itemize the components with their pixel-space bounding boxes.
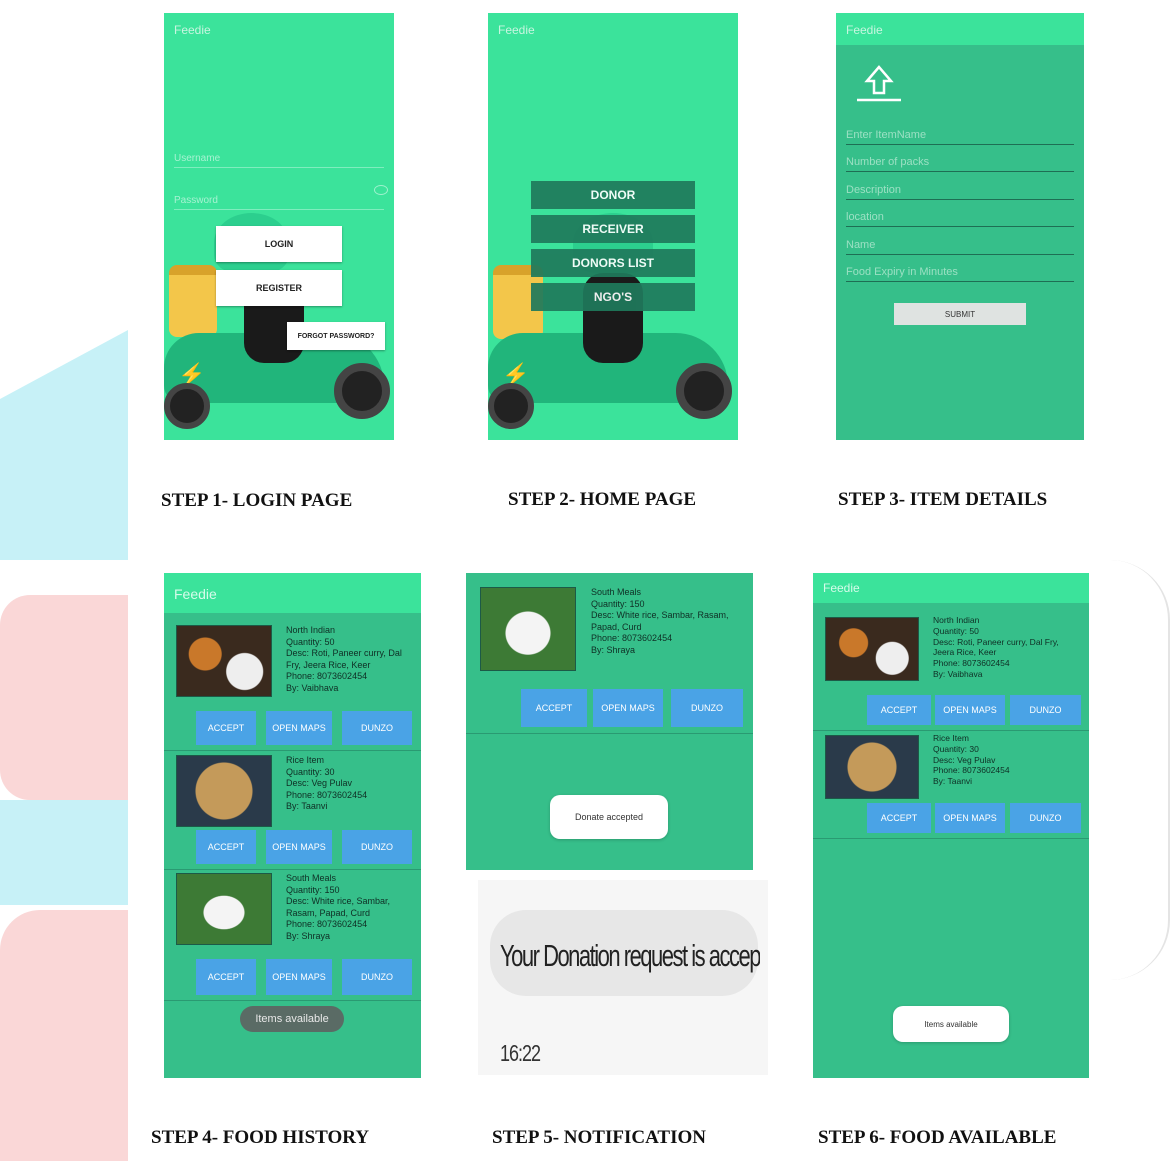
- item-details-north-indian: North Indian Quantity: 50 Desc: Roti, Pa…: [933, 615, 1059, 679]
- submit-button[interactable]: SUBMIT: [894, 303, 1026, 325]
- accept-button[interactable]: ACCEPT: [196, 711, 256, 745]
- expiry-field[interactable]: Food Expiry in Minutes: [846, 266, 1074, 282]
- food-image-south-meals: [176, 873, 272, 945]
- row-divider: [164, 750, 421, 751]
- item-details-rice: Rice Item Quantity: 30 Desc: Veg Pulav P…: [933, 733, 1010, 787]
- forgot-password-button[interactable]: FORGOT PASSWORD?: [287, 322, 385, 350]
- login-screen: Feedie Username Password ⚡ LOGIN REGISTE…: [164, 13, 394, 440]
- item-details-south-meals: South Meals Quantity: 150 Desc: White ri…: [591, 587, 729, 655]
- open-maps-button[interactable]: OPEN MAPS: [266, 830, 332, 864]
- watermark-pink-shape: [0, 595, 128, 800]
- row-divider: [813, 838, 1089, 839]
- app-title: Feedie: [813, 573, 1089, 603]
- item-name-field[interactable]: Enter ItemName: [846, 129, 1074, 145]
- accept-button[interactable]: ACCEPT: [867, 695, 931, 725]
- rear-wheel: [488, 383, 534, 429]
- open-maps-button[interactable]: OPEN MAPS: [266, 711, 332, 745]
- accept-button[interactable]: ACCEPT: [521, 689, 587, 727]
- watermark-cyan-shape: [0, 330, 128, 560]
- rear-wheel: [164, 383, 210, 429]
- app-title: Feedie: [174, 23, 211, 37]
- accept-button[interactable]: ACCEPT: [196, 830, 256, 864]
- open-maps-button[interactable]: OPEN MAPS: [935, 695, 1005, 725]
- item-details-rice: Rice Item Quantity: 30 Desc: Veg Pulav P…: [286, 755, 368, 811]
- item-details-screen: Feedie Enter ItemName Number of packs De…: [836, 13, 1084, 440]
- username-field[interactable]: Username: [174, 153, 384, 168]
- description-field[interactable]: Description: [846, 184, 1074, 200]
- row-divider: [164, 869, 421, 870]
- dunzo-button[interactable]: DUNZO: [1010, 695, 1081, 725]
- caption-step-3: STEP 3- ITEM DETAILS: [838, 489, 1048, 510]
- food-image-south-meals: [480, 587, 576, 671]
- row-divider: [813, 730, 1089, 731]
- app-title: Feedie: [498, 23, 535, 37]
- eye-icon[interactable]: [374, 185, 388, 195]
- item-details-north-indian: North Indian Quantity: 50 Desc: Roti, Pa…: [286, 625, 402, 693]
- items-available-toast: Items available: [893, 1006, 1009, 1042]
- home-screen: Feedie ⚡ DONOR RECEIVER DONORS LIST NGO'…: [488, 13, 738, 440]
- accept-button[interactable]: ACCEPT: [196, 959, 256, 995]
- front-wheel: [676, 363, 732, 419]
- watermark-cyan-shape-2: [0, 800, 128, 905]
- food-available-screen: Feedie North Indian Quantity: 50 Desc: R…: [813, 573, 1089, 1078]
- rider-illustration: ⚡: [488, 213, 738, 440]
- jar-shape: [169, 265, 217, 337]
- open-maps-button[interactable]: OPEN MAPS: [935, 803, 1005, 833]
- food-image-north-indian: [176, 625, 272, 697]
- dunzo-button[interactable]: DUNZO: [342, 830, 412, 864]
- row-divider: [164, 1000, 421, 1001]
- register-button[interactable]: REGISTER: [216, 270, 342, 306]
- caption-step-6: STEP 6- FOOD AVAILABLE: [818, 1127, 1057, 1148]
- food-history-screen: Feedie North Indian Quantity: 50 Desc: R…: [164, 573, 421, 1078]
- accept-button[interactable]: ACCEPT: [867, 803, 931, 833]
- caption-step-5: STEP 5- NOTIFICATION: [492, 1127, 706, 1148]
- open-maps-button[interactable]: OPEN MAPS: [593, 689, 663, 727]
- receiver-button[interactable]: RECEIVER: [531, 215, 695, 243]
- notification-time: 16:22: [500, 1040, 541, 1066]
- watermark-pink-shape-2: [0, 910, 128, 1161]
- food-image-rice: [825, 735, 919, 799]
- location-field[interactable]: location: [846, 211, 1074, 227]
- dunzo-button[interactable]: DUNZO: [342, 959, 412, 995]
- notification-screen: South Meals Quantity: 150 Desc: White ri…: [466, 573, 753, 870]
- notification-text: Your Donation request is accepted by: [500, 938, 760, 973]
- password-field[interactable]: Password: [174, 195, 384, 210]
- login-button[interactable]: LOGIN: [216, 226, 342, 262]
- caption-step-1: STEP 1- LOGIN PAGE: [161, 490, 353, 511]
- watermark-gray-arc: [1110, 560, 1170, 980]
- dunzo-button[interactable]: DUNZO: [671, 689, 743, 727]
- sms-notification-panel: Your Donation request is accepted by 16:…: [478, 880, 768, 1075]
- food-image-rice: [176, 755, 272, 827]
- app-title: Feedie: [164, 573, 421, 613]
- name-field[interactable]: Name: [846, 239, 1074, 255]
- items-available-toast: Items available: [240, 1006, 344, 1032]
- donate-accepted-toast: Donate accepted: [550, 795, 668, 839]
- packs-field[interactable]: Number of packs: [846, 156, 1074, 172]
- caption-step-2: STEP 2- HOME PAGE: [508, 489, 697, 510]
- caption-step-4: STEP 4- FOOD HISTORY: [151, 1127, 370, 1148]
- donors-list-button[interactable]: DONORS LIST: [531, 249, 695, 277]
- ngos-button[interactable]: NGO'S: [531, 283, 695, 311]
- dunzo-button[interactable]: DUNZO: [1010, 803, 1081, 833]
- front-wheel: [334, 363, 390, 419]
- row-divider: [466, 733, 753, 734]
- item-details-south-meals: South Meals Quantity: 150 Desc: White ri…: [286, 873, 391, 941]
- dunzo-button[interactable]: DUNZO: [342, 711, 412, 745]
- app-title: Feedie: [836, 13, 1084, 45]
- donor-button[interactable]: DONOR: [531, 181, 695, 209]
- food-image-north-indian: [825, 617, 919, 681]
- open-maps-button[interactable]: OPEN MAPS: [266, 959, 332, 995]
- figure-page: Feedie Username Password ⚡ LOGIN REGISTE…: [0, 0, 1176, 1161]
- upload-icon[interactable]: [851, 63, 907, 105]
